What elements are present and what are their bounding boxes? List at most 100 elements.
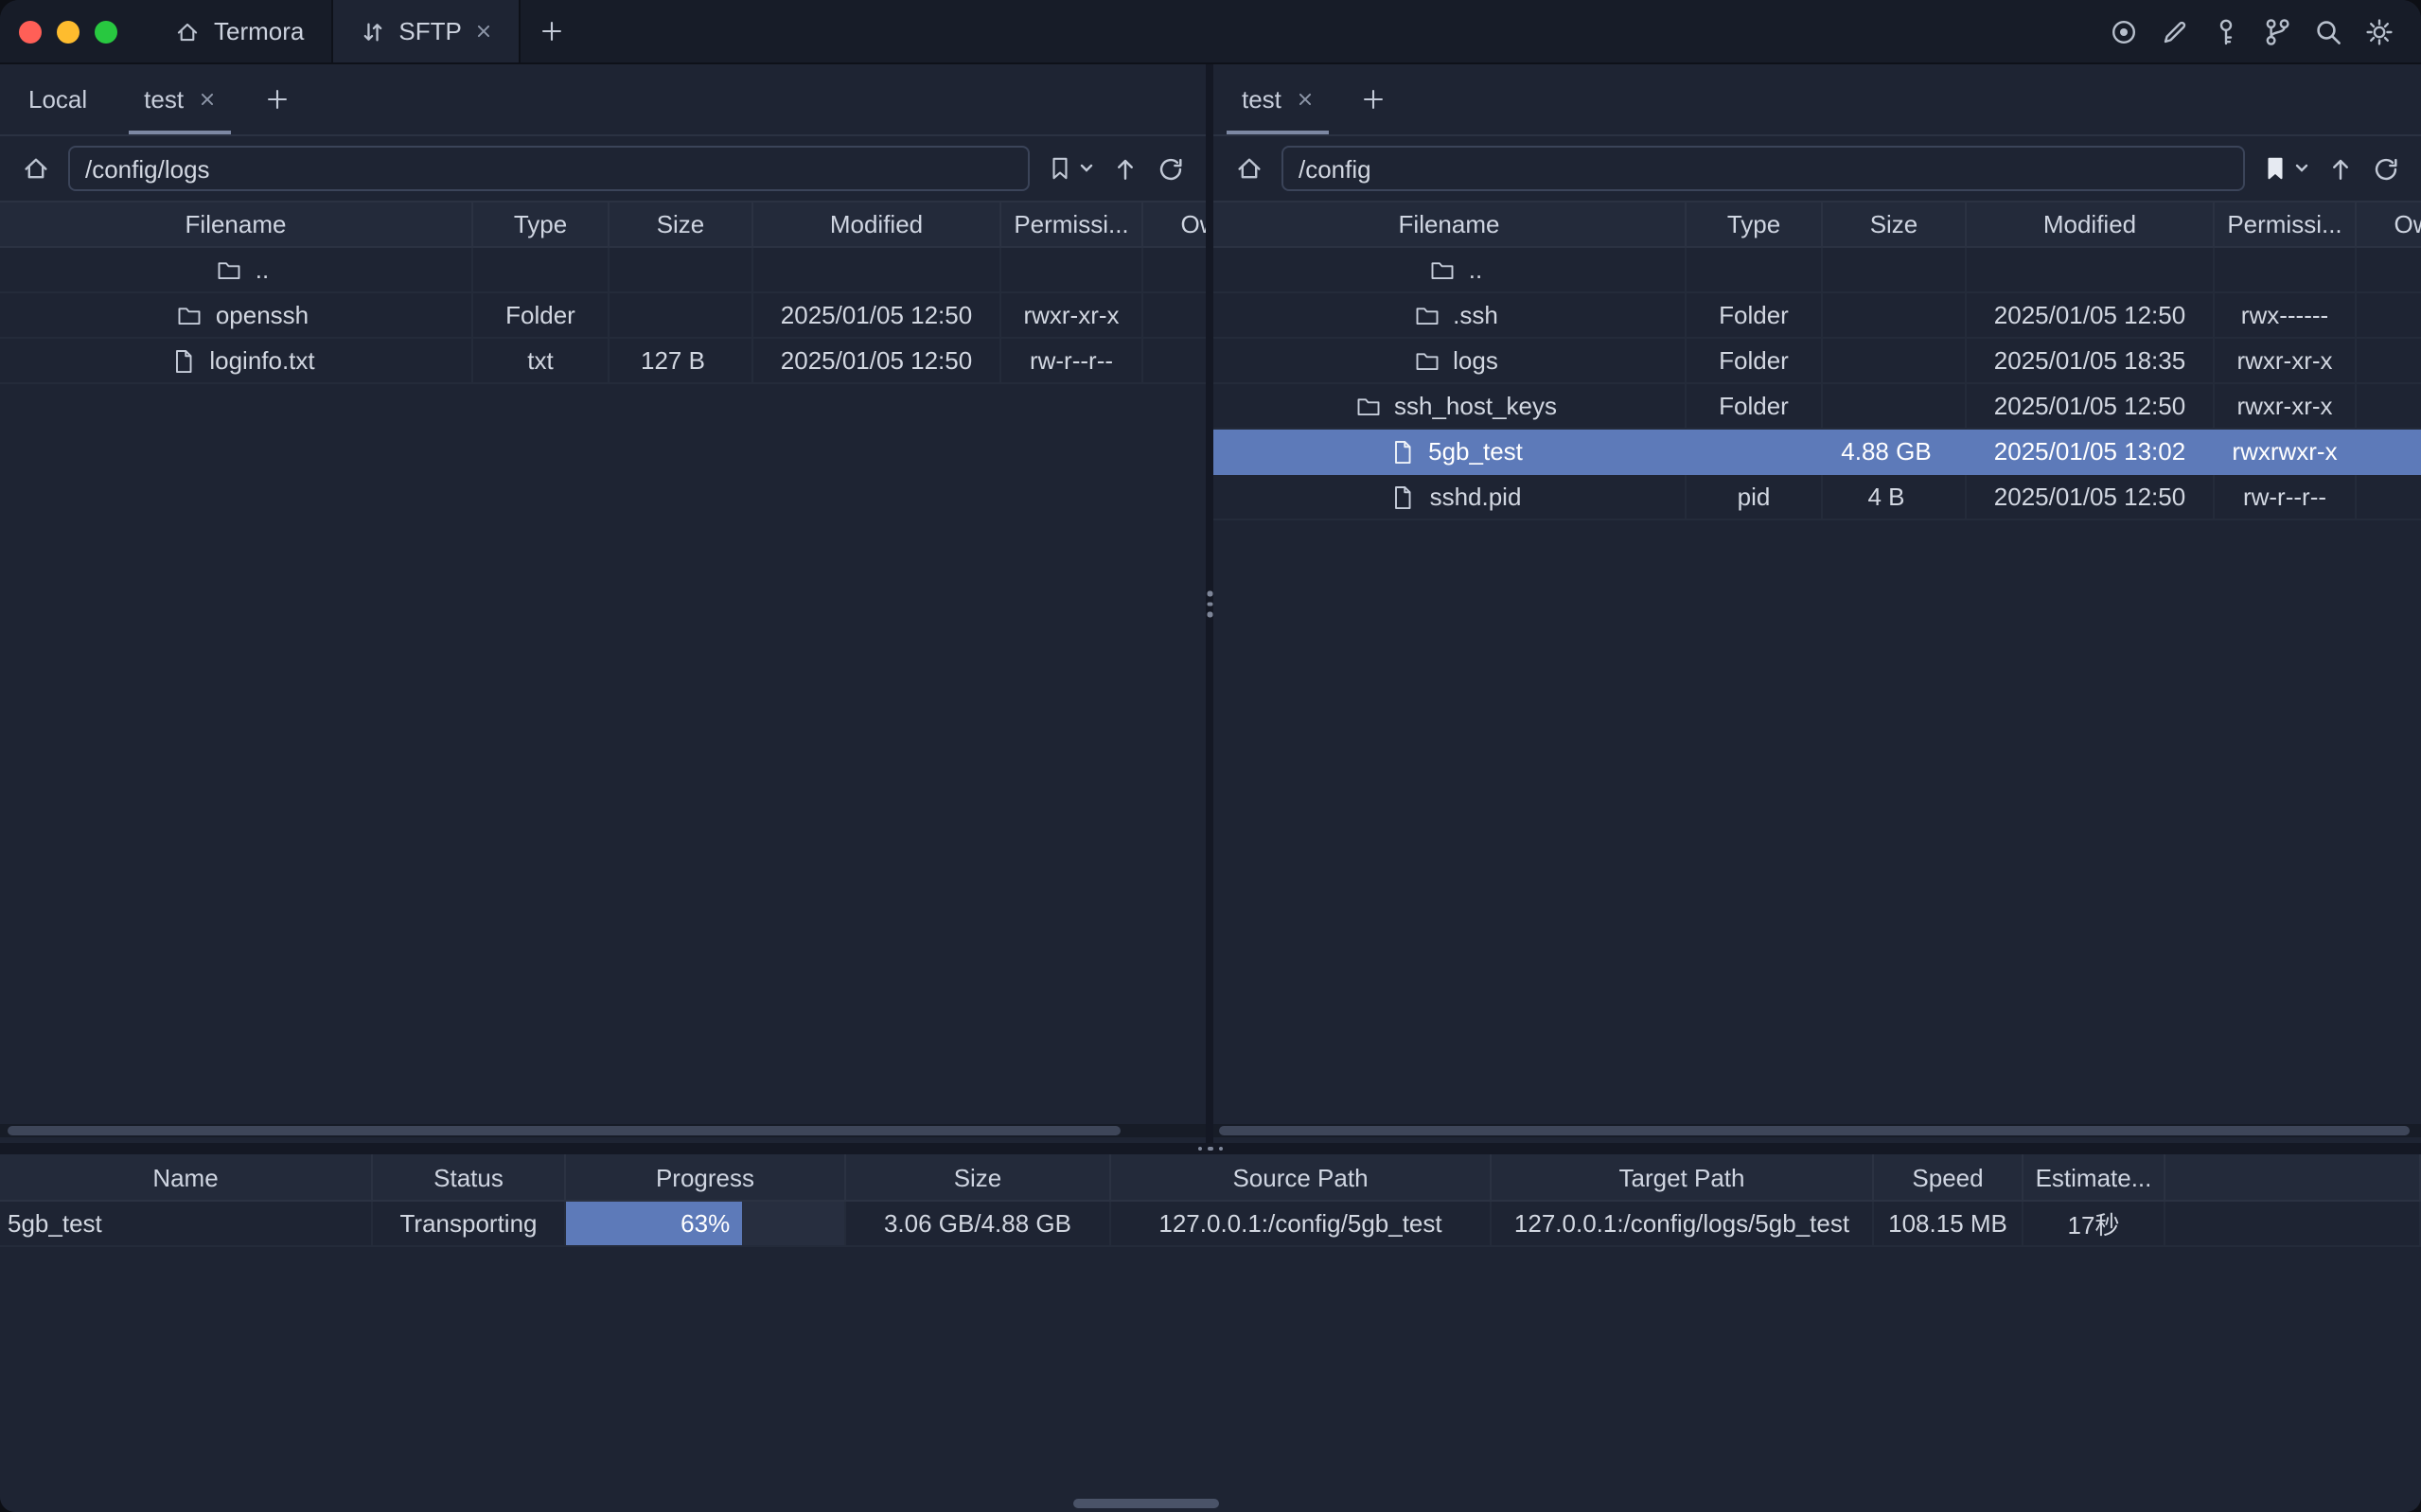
column-header-source-path[interactable]: Source Path bbox=[1111, 1154, 1492, 1200]
column-header-modified[interactable]: Modified bbox=[1967, 202, 2215, 246]
toolbar bbox=[2109, 0, 2421, 62]
tab-termora-label: Termora bbox=[214, 17, 304, 45]
path-input[interactable] bbox=[1281, 146, 2245, 191]
column-header-size[interactable]: Size bbox=[610, 202, 753, 246]
owner-cell bbox=[2357, 293, 2421, 337]
home-icon[interactable] bbox=[21, 153, 51, 184]
folder-icon bbox=[1413, 302, 1440, 328]
column-header-modified[interactable]: Modified bbox=[753, 202, 1001, 246]
filename-cell: logs bbox=[1213, 339, 1687, 382]
splitter-handle-icon bbox=[1208, 591, 1212, 617]
column-header-target-path[interactable]: Target Path bbox=[1492, 1154, 1874, 1200]
close-tab-icon[interactable] bbox=[199, 91, 216, 108]
transfer-table-header: Name Status Progress Size Source Path Ta… bbox=[0, 1154, 2421, 1202]
close-window-button[interactable] bbox=[19, 20, 42, 43]
table-row-parent-dir[interactable]: .. bbox=[0, 248, 1206, 293]
local-path-bar bbox=[0, 136, 1206, 201]
remote-pane: test bbox=[1213, 64, 2421, 1143]
column-header-permissions[interactable]: Permissi... bbox=[2215, 202, 2357, 246]
modified-cell: 2025/01/05 12:50 bbox=[1967, 475, 2215, 519]
minimize-window-button[interactable] bbox=[57, 20, 80, 43]
folder-icon bbox=[1413, 347, 1440, 374]
search-icon[interactable] bbox=[2313, 16, 2343, 46]
refresh-icon bbox=[2372, 154, 2400, 183]
zoom-window-button[interactable] bbox=[95, 20, 117, 43]
parent-directory-button[interactable] bbox=[1111, 154, 1140, 183]
transfer-row-5gb-test[interactable]: 5gb_test Transporting 63% 3.06 GB/4.88 G… bbox=[0, 1202, 2421, 1247]
settings-gear-icon[interactable] bbox=[2364, 16, 2394, 46]
up-arrow-icon bbox=[1111, 154, 1140, 183]
parent-directory-button[interactable] bbox=[2326, 154, 2355, 183]
type-cell: pid bbox=[1687, 475, 1823, 519]
column-header-name[interactable]: Name bbox=[0, 1154, 373, 1200]
path-input[interactable] bbox=[68, 146, 1030, 191]
transfer-panel: Name Status Progress Size Source Path Ta… bbox=[0, 1154, 2421, 1512]
filename-cell: openssh bbox=[0, 293, 473, 337]
scrollbar-thumb[interactable] bbox=[8, 1126, 1121, 1135]
filename-cell: sshd.pid bbox=[1213, 475, 1687, 519]
table-row-loginfo[interactable]: loginfo.txt txt 127 B 2025/01/05 12:50 r… bbox=[0, 339, 1206, 384]
up-arrow-icon bbox=[2326, 154, 2355, 183]
bottom-scrollbar-thumb[interactable] bbox=[1073, 1499, 1219, 1508]
permissions-cell: rwxr-xr-x bbox=[2215, 384, 2357, 428]
file-table-header: Filename Type Size Modified Permissi... … bbox=[1213, 201, 2421, 248]
table-row-parent-dir[interactable]: .. bbox=[1213, 248, 2421, 293]
tab-test-left[interactable]: test bbox=[115, 64, 244, 134]
table-row-logs[interactable]: logs Folder 2025/01/05 18:35 rwxr-xr-x bbox=[1213, 339, 2421, 384]
close-tab-icon[interactable] bbox=[1297, 91, 1314, 108]
column-header-owner[interactable]: Ow bbox=[1143, 202, 1206, 246]
transfer-splitter[interactable] bbox=[0, 1143, 2421, 1154]
permissions-cell: rw-r--r-- bbox=[1001, 339, 1143, 382]
column-header-speed[interactable]: Speed bbox=[1874, 1154, 2023, 1200]
column-header-permissions[interactable]: Permissi... bbox=[1001, 202, 1143, 246]
table-row-5gb-test-selected[interactable]: 5gb_test 4.88 GB 2025/01/05 13:02 rwxrwx… bbox=[1213, 430, 2421, 475]
table-row-ssh-host-keys[interactable]: ssh_host_keys Folder 2025/01/05 12:50 rw… bbox=[1213, 384, 2421, 430]
add-session-tab-button[interactable] bbox=[1342, 64, 1406, 134]
pane-splitter[interactable] bbox=[1206, 64, 1213, 1143]
refresh-button[interactable] bbox=[1157, 154, 1185, 183]
column-header-filename[interactable]: Filename bbox=[1213, 202, 1687, 246]
key-icon[interactable] bbox=[2211, 16, 2241, 46]
table-row-openssh[interactable]: openssh Folder 2025/01/05 12:50 rwxr-xr-… bbox=[0, 293, 1206, 339]
scrollbar-thumb[interactable] bbox=[1219, 1126, 2410, 1135]
column-header-type[interactable]: Type bbox=[1687, 202, 1823, 246]
modified-cell: 2025/01/05 18:35 bbox=[1967, 339, 2215, 382]
type-cell: Folder bbox=[1687, 339, 1823, 382]
column-header-progress[interactable]: Progress bbox=[566, 1154, 846, 1200]
column-header-empty bbox=[2165, 1154, 2421, 1200]
type-cell bbox=[1687, 430, 1823, 473]
add-session-tab-button[interactable] bbox=[244, 64, 309, 134]
home-icon[interactable] bbox=[1234, 153, 1264, 184]
horizontal-scrollbar[interactable] bbox=[1213, 1124, 2421, 1137]
column-header-size[interactable]: Size bbox=[1823, 202, 1967, 246]
bookmark-button[interactable] bbox=[1047, 155, 1094, 182]
transfer-arrows-icon bbox=[359, 18, 385, 44]
horizontal-scrollbar[interactable] bbox=[0, 1124, 1206, 1137]
column-header-owner[interactable]: Ow bbox=[2357, 202, 2421, 246]
tab-termora[interactable]: Termora bbox=[148, 0, 330, 62]
tab-local[interactable]: Local bbox=[0, 64, 115, 134]
bookmark-button[interactable] bbox=[2262, 155, 2309, 182]
table-row-sshd-pid[interactable]: sshd.pid pid 4 B 2025/01/05 12:50 rw-r--… bbox=[1213, 475, 2421, 520]
git-branch-icon[interactable] bbox=[2262, 16, 2292, 46]
column-header-type[interactable]: Type bbox=[473, 202, 610, 246]
type-cell: Folder bbox=[1687, 293, 1823, 337]
close-tab-icon[interactable] bbox=[475, 23, 492, 40]
table-row-ssh[interactable]: .ssh Folder 2025/01/05 12:50 rwx------ bbox=[1213, 293, 2421, 339]
column-header-filename[interactable]: Filename bbox=[0, 202, 473, 246]
edit-icon[interactable] bbox=[2160, 16, 2190, 46]
type-cell bbox=[1687, 248, 1823, 291]
transfer-status-cell: Transporting bbox=[373, 1202, 566, 1245]
tab-sftp[interactable]: SFTP bbox=[330, 0, 520, 62]
filename-cell: .. bbox=[0, 248, 473, 291]
size-cell bbox=[610, 248, 753, 291]
column-header-size[interactable]: Size bbox=[846, 1154, 1111, 1200]
refresh-button[interactable] bbox=[2372, 154, 2400, 183]
transfer-progress-cell: 63% bbox=[566, 1202, 846, 1245]
column-header-estimate[interactable]: Estimate... bbox=[2023, 1154, 2165, 1200]
new-tab-button[interactable] bbox=[521, 0, 585, 62]
plus-icon bbox=[1362, 87, 1387, 112]
tab-test-right[interactable]: test bbox=[1213, 64, 1342, 134]
record-icon[interactable] bbox=[2109, 16, 2139, 46]
column-header-status[interactable]: Status bbox=[373, 1154, 566, 1200]
